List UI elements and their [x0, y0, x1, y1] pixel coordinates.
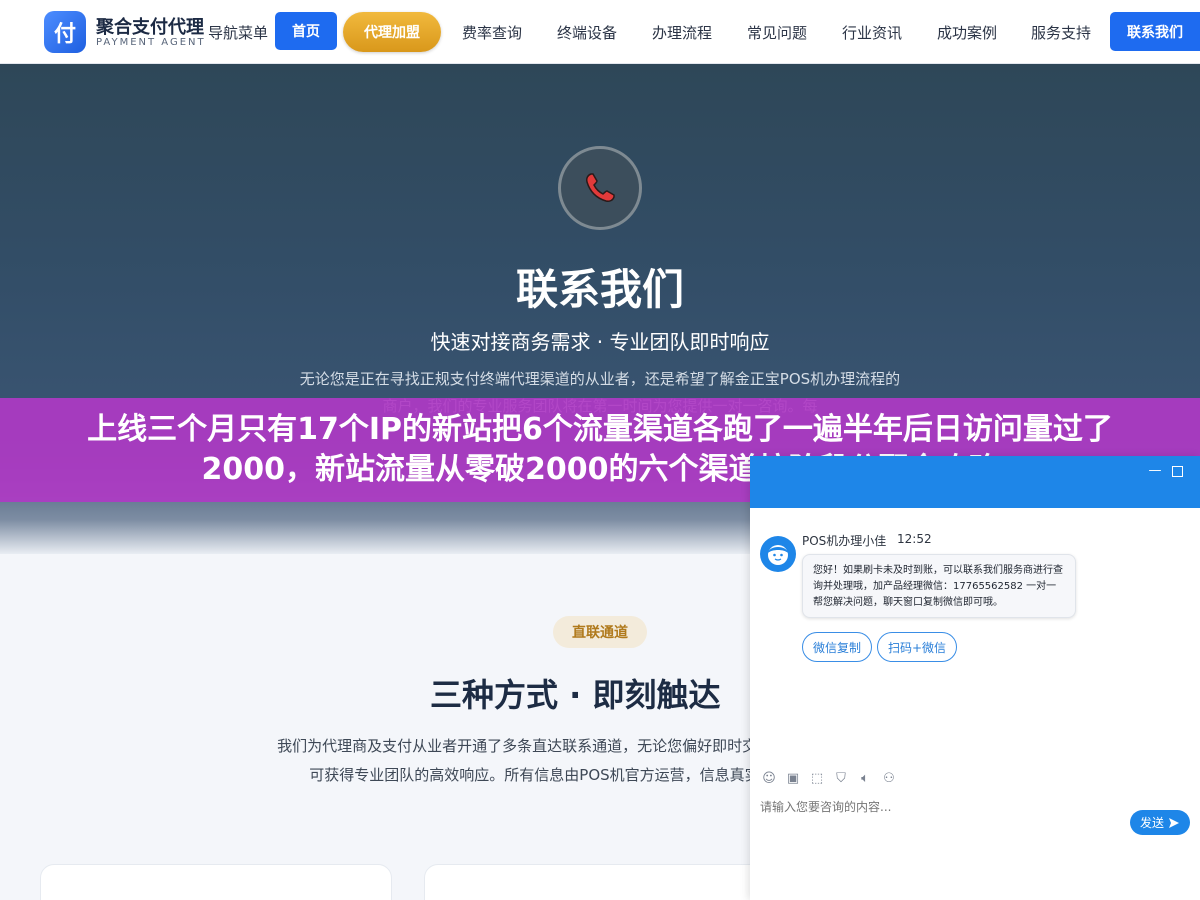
section-title: 三种方式 · 即刻触达: [430, 676, 721, 714]
agent-avatar: [760, 536, 796, 572]
image-icon[interactable]: ▣: [784, 770, 802, 788]
send-button[interactable]: 发送: [1130, 810, 1190, 835]
chat-header: —: [750, 456, 1200, 508]
logo-icon[interactable]: 付: [44, 11, 86, 53]
nav-link-faq[interactable]: 常见问题: [747, 22, 807, 43]
nav-link-support[interactable]: 服务支持: [1031, 22, 1091, 43]
nav-link-cases[interactable]: 成功案例: [937, 22, 997, 43]
agent-face-icon: [768, 545, 788, 565]
chat-widget: — POS机办理小佳 12:52 您好！如果刷卡未及时到账，可以联系我们服务商进…: [750, 456, 1200, 900]
contact-card[interactable]: [424, 864, 776, 900]
nav-contact-button[interactable]: 联系我们: [1110, 12, 1200, 51]
phone-icon: [558, 146, 642, 230]
nav-menu-label[interactable]: 导航菜单: [208, 22, 268, 43]
send-label: 发送: [1139, 816, 1164, 830]
minimize-icon[interactable]: —: [1148, 464, 1162, 478]
scan-wechat-button[interactable]: 扫码+微信: [877, 632, 957, 662]
chat-bubbles-icon[interactable]: ⚇: [880, 770, 898, 788]
volume-icon[interactable]: 🔈︎: [856, 770, 874, 788]
shield-icon[interactable]: ⛉: [832, 770, 850, 788]
smile-icon[interactable]: ☺: [760, 770, 778, 788]
section-tag: 直联通道: [553, 616, 647, 648]
copy-wechat-button[interactable]: 微信复制: [802, 632, 872, 662]
contact-card[interactable]: [40, 864, 392, 900]
nav-link-news[interactable]: 行业资讯: [842, 22, 902, 43]
send-icon: [1169, 817, 1179, 828]
hero-title: 联系我们: [515, 265, 684, 314]
phone-icon-svg: [586, 173, 615, 202]
nav-join-button[interactable]: 代理加盟: [343, 12, 441, 52]
chat-input[interactable]: [760, 800, 1120, 814]
nav-home-button[interactable]: 首页: [275, 12, 337, 50]
nav-link-process[interactable]: 办理流程: [652, 22, 712, 43]
crop-icon[interactable]: ⬚: [808, 770, 826, 788]
chat-message-bubble: 您好！如果刷卡未及时到账，可以联系我们服务商进行查询并处理哦，加产品经理微信：1…: [802, 554, 1076, 618]
hero-subtitle: 快速对接商务需求 · 专业团队即时响应: [430, 330, 770, 354]
nav-link-rates[interactable]: 费率查询: [462, 22, 522, 43]
message-time: 12:52: [897, 532, 932, 546]
top-navbar: 付 聚合支付代理 PAYMENT AGENT 导航菜单 首页 代理加盟 费率查询…: [0, 0, 1200, 64]
agent-name: POS机办理小佳: [802, 534, 887, 548]
chat-toolbar: ☺ ▣ ⬚ ⛉ 🔈︎ ⚇: [760, 770, 898, 788]
maximize-icon[interactable]: [1172, 466, 1183, 477]
logo-name: 聚合支付代理: [96, 17, 204, 38]
logo-char: 付: [53, 22, 76, 47]
nav-link-devices[interactable]: 终端设备: [557, 22, 617, 43]
logo-subtitle: PAYMENT AGENT: [96, 37, 206, 48]
